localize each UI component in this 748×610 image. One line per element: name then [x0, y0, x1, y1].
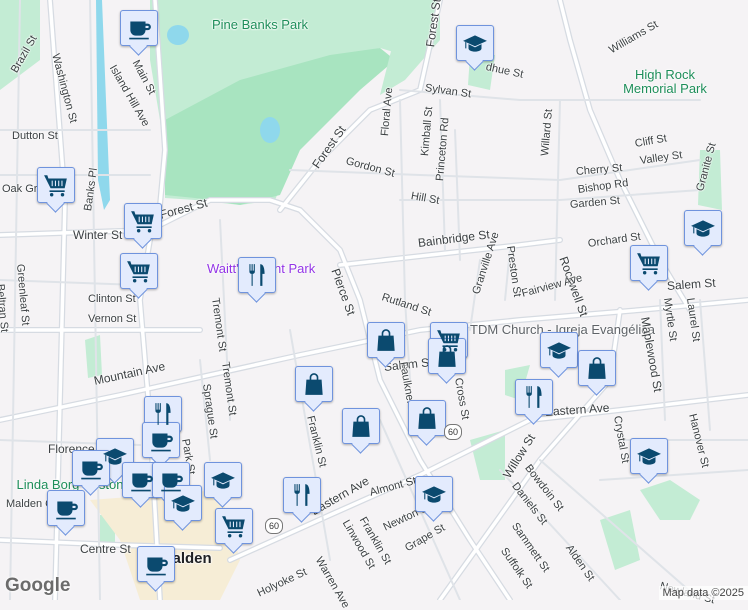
coffee-icon [143, 551, 169, 577]
coffee-icon [53, 495, 79, 521]
school-icon [170, 490, 196, 516]
bag-place-marker[interactable] [342, 408, 380, 444]
cart-place-marker[interactable] [630, 245, 668, 281]
coffee-place-marker[interactable] [120, 10, 158, 46]
cart-icon [130, 208, 156, 234]
school-icon [546, 337, 572, 363]
coffee-icon [126, 15, 152, 41]
school-place-marker[interactable] [164, 485, 202, 521]
school-place-marker[interactable] [204, 462, 242, 498]
bag-place-marker[interactable] [367, 322, 405, 358]
restaurant-icon [244, 262, 270, 288]
school-icon [690, 215, 716, 241]
route-60-shield: 60 [265, 518, 283, 534]
school-icon [421, 481, 447, 507]
bag-place-marker[interactable] [408, 400, 446, 436]
cart-icon [43, 172, 69, 198]
street-label: Centre St [80, 542, 131, 556]
route-60-shield: 60 [444, 424, 462, 440]
bag-icon [348, 413, 374, 439]
cart-place-marker[interactable] [120, 253, 158, 289]
school-icon [210, 467, 236, 493]
park-label[interactable]: High Rock Memorial Park [610, 68, 720, 96]
street-label: Clinton St [88, 293, 136, 305]
street-label: Dutton St [12, 130, 58, 142]
park-label[interactable]: Pine Banks Park [200, 18, 320, 32]
coffee-place-marker[interactable] [137, 546, 175, 582]
school-icon [636, 443, 662, 469]
school-place-marker[interactable] [684, 210, 722, 246]
school-place-marker[interactable] [630, 438, 668, 474]
restaurant-icon [289, 482, 315, 508]
google-logo: Google [5, 575, 70, 597]
bag-icon [414, 405, 440, 431]
map-data-attribution[interactable]: Map data ©2025 [659, 586, 748, 600]
cart-place-marker[interactable] [37, 167, 75, 203]
bag-icon [301, 371, 327, 397]
bag-icon [373, 327, 399, 353]
restaurant-icon [150, 401, 176, 427]
school-icon [462, 30, 488, 56]
bag-icon [584, 355, 610, 381]
coffee-icon [148, 427, 174, 453]
cart-place-marker[interactable] [215, 508, 253, 544]
bag-place-marker[interactable] [295, 366, 333, 402]
cart-icon [636, 250, 662, 276]
restaurant-place-marker[interactable] [238, 257, 276, 293]
restaurant-place-marker[interactable] [515, 379, 553, 415]
cart-icon [126, 258, 152, 284]
cart-icon [221, 513, 247, 539]
restaurant-icon [521, 384, 547, 410]
school-place-marker[interactable] [540, 332, 578, 368]
restaurant-place-marker[interactable] [283, 477, 321, 513]
street-label: Vernon St [88, 313, 136, 325]
coffee-icon [78, 455, 104, 481]
coffee-place-marker[interactable] [47, 490, 85, 526]
cart-place-marker[interactable] [124, 203, 162, 239]
school-icon [102, 443, 128, 469]
bag-place-marker[interactable] [578, 350, 616, 386]
school-place-marker[interactable] [456, 25, 494, 61]
coffee-icon [128, 467, 154, 493]
coffee-place-marker[interactable] [142, 422, 180, 458]
street-label: Winter St [73, 228, 122, 242]
bag-icon [434, 343, 460, 369]
school-place-marker[interactable] [415, 476, 453, 512]
